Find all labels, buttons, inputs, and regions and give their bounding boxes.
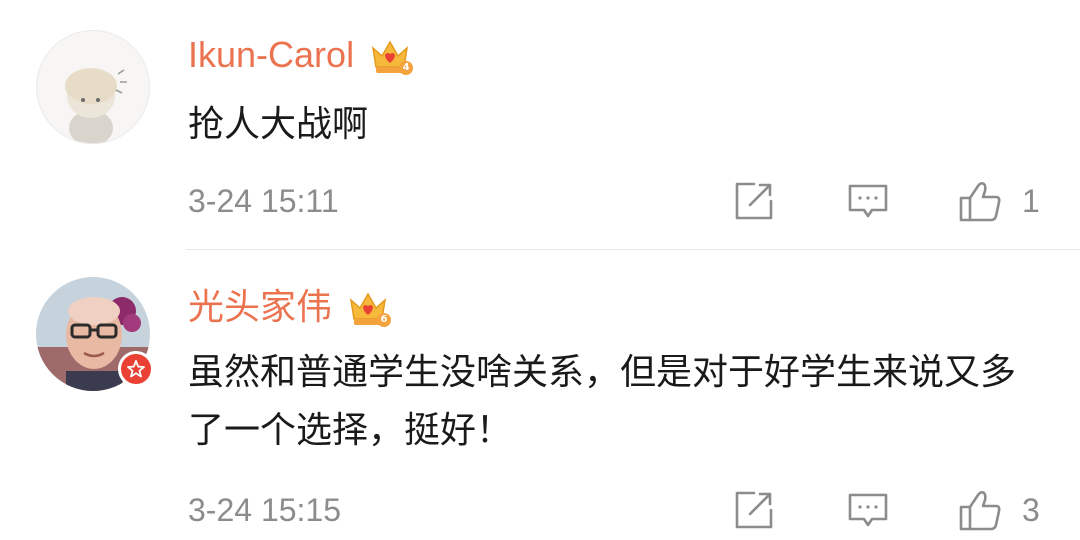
username[interactable]: 光头家伟 xyxy=(188,282,332,332)
thumbs-up-icon[interactable] xyxy=(958,179,1002,223)
username[interactable]: Ikun-Carol xyxy=(188,30,354,80)
comment-item: Ikun-Carol 4 抢人大战啊 3-24 15:11 1 xyxy=(0,0,1080,250)
share-icon[interactable] xyxy=(732,488,776,532)
vip-crown-icon: 6 xyxy=(346,285,392,329)
avatar[interactable] xyxy=(36,30,150,144)
comment-item: 光头家伟 6 虽然和普通学生没啥关系，但是对于好学生来说又多了一个选择，挺好！ … xyxy=(0,250,1080,540)
comment-meta: 3-24 15:11 1 xyxy=(0,176,1080,226)
avatar[interactable] xyxy=(36,277,154,391)
comment-time: 3-24 15:15 xyxy=(188,492,342,528)
comment-meta: 3-24 15:15 3 xyxy=(0,485,1080,535)
comment-time: 3-24 15:11 xyxy=(188,183,339,219)
crown-level: 6 xyxy=(377,313,392,327)
user-line: Ikun-Carol 4 xyxy=(188,30,414,80)
verified-star-icon xyxy=(118,351,154,387)
comment-icon[interactable] xyxy=(846,488,890,532)
crown-level: 4 xyxy=(399,61,414,75)
like-count: 3 xyxy=(1022,492,1040,528)
thumbs-up-icon[interactable] xyxy=(958,488,1002,532)
comment-text: 虽然和普通学生没啥关系，但是对于好学生来说又多了一个选择，挺好！ xyxy=(188,352,1017,451)
vip-crown-icon: 4 xyxy=(368,33,414,77)
comment-icon[interactable] xyxy=(846,179,890,223)
user-line: 光头家伟 6 xyxy=(188,282,392,332)
like-count: 1 xyxy=(1022,183,1040,219)
comment-text: 抢人大战啊 xyxy=(188,104,369,145)
share-icon[interactable] xyxy=(732,179,776,223)
